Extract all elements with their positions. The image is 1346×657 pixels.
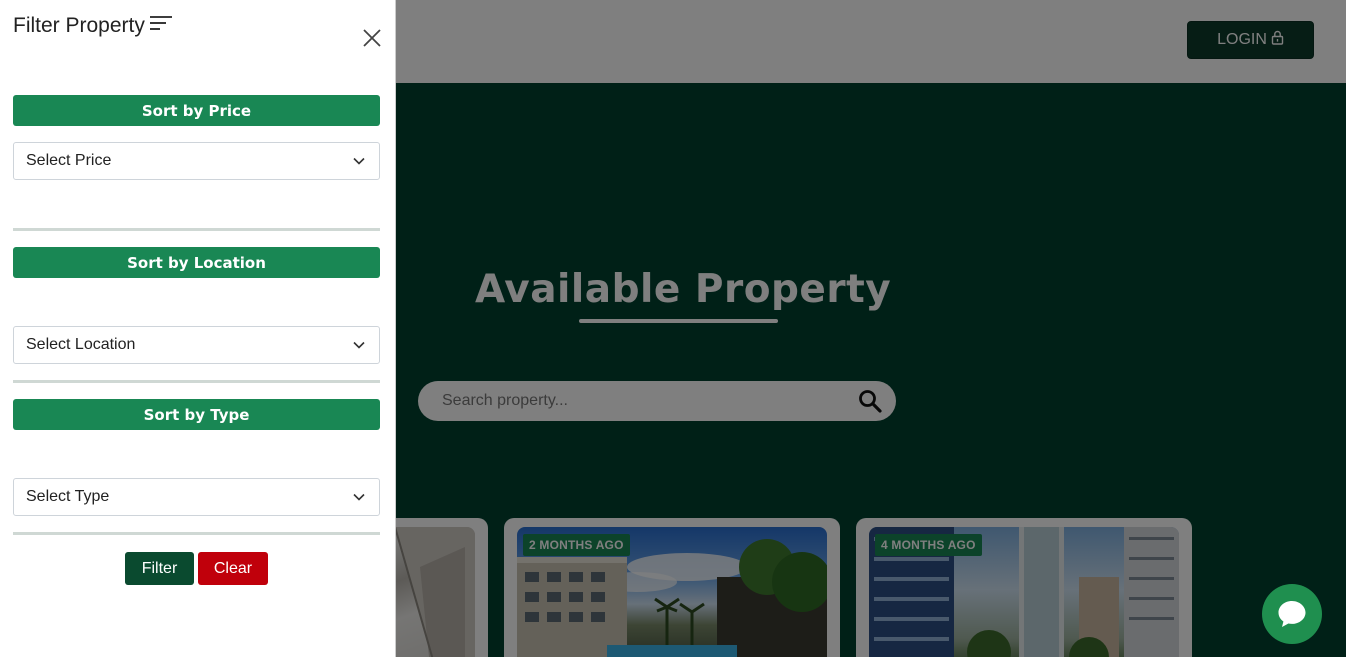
type-select-value: Select Type [26,488,110,505]
chat-widget-button[interactable] [1262,584,1322,644]
price-select[interactable]: Select Price [13,142,380,180]
close-icon[interactable] [361,27,383,49]
section-divider [13,532,380,535]
section-divider [13,380,380,383]
sort-by-location-header: Sort by Location [13,247,380,278]
chevron-down-icon [353,336,365,354]
chevron-down-icon [353,152,365,170]
filter-panel: Filter Property Sort by Price Select Pri… [0,0,396,657]
section-divider [13,228,380,231]
sort-by-price-header: Sort by Price [13,95,380,126]
filter-panel-header: Filter Property [13,14,173,38]
sort-by-type-header: Sort by Type [13,399,380,430]
sort-lines-icon [149,14,173,38]
location-select[interactable]: Select Location [13,326,380,364]
filter-panel-title: Filter Property [13,14,145,37]
location-select-value: Select Location [26,336,136,353]
type-select[interactable]: Select Type [13,478,380,516]
chat-bubble-icon [1278,601,1306,627]
clear-button[interactable]: Clear [198,552,268,585]
chevron-down-icon [353,488,365,506]
filter-button[interactable]: Filter [125,552,194,585]
price-select-value: Select Price [26,152,112,169]
